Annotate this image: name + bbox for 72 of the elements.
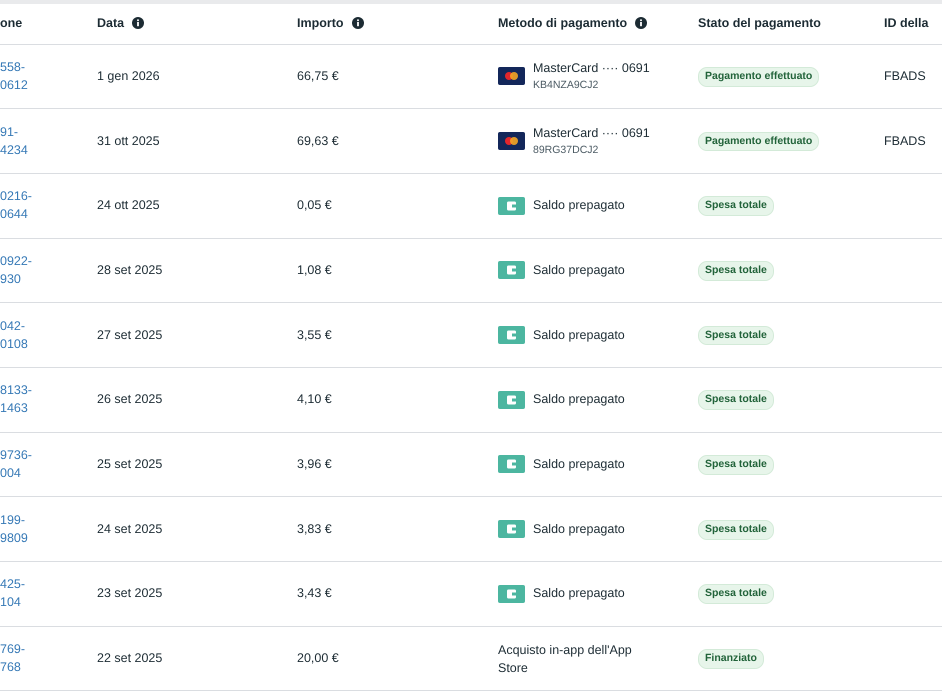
card-name: MasterCard ···· 0691 xyxy=(533,124,650,142)
payment-method: Saldo prepagato xyxy=(533,391,625,408)
column-header: Metodo di pagamento xyxy=(498,16,628,30)
amount-text: 4,10 € xyxy=(297,392,332,406)
amount-text: 69,63 € xyxy=(297,134,339,148)
payment-method: Acquisto in-app dell'App Store xyxy=(498,642,633,677)
wallet-icon xyxy=(498,196,525,215)
date-text: 27 set 2025 xyxy=(97,328,162,342)
wallet-icon xyxy=(498,326,525,344)
payment-method: Saldo prepagato xyxy=(533,456,625,474)
payment-method: Saldo prepagato xyxy=(533,262,625,280)
status-badge: Spesa totale xyxy=(698,326,774,346)
date-text: 28 set 2025 xyxy=(97,263,162,278)
transaction-id-link[interactable]: 8133- 1463 xyxy=(0,381,32,418)
status-badge: Spesa totale xyxy=(698,455,774,475)
wallet-icon xyxy=(498,390,525,409)
amount-text: 20,00 € xyxy=(297,651,339,666)
info-icon[interactable] xyxy=(635,17,648,30)
info-icon[interactable] xyxy=(132,17,144,30)
payment-method: Saldo prepagato xyxy=(533,326,625,344)
credit-card-icon xyxy=(498,67,525,86)
credit-card-icon xyxy=(498,132,525,150)
transaction-id-link[interactable]: 0922- 930 xyxy=(0,252,32,288)
status-badge: Finanziato xyxy=(698,649,764,669)
amount-text: 3,55 € xyxy=(297,328,332,342)
transaction-id-link[interactable]: 042- 0108 xyxy=(0,316,28,353)
status-badge: Spesa totale xyxy=(698,196,774,216)
date-text: 24 ott 2025 xyxy=(97,198,160,212)
column-header: one xyxy=(0,16,22,30)
payment-method: Saldo prepagato xyxy=(533,585,625,602)
transaction-id-link[interactable]: 769- 768 xyxy=(0,640,26,676)
payment-method: Saldo prepagato xyxy=(533,520,625,538)
status-badge: Pagamento effettuato xyxy=(698,132,820,152)
column-header: ID della xyxy=(884,16,928,30)
transaction-id-link[interactable]: 558- 0612 xyxy=(0,58,28,94)
transaction-id-link[interactable]: 9736- 004 xyxy=(0,446,32,482)
amount-text: 0,05 € xyxy=(297,198,332,212)
wallet-icon xyxy=(498,261,525,280)
wallet-icon xyxy=(498,584,525,603)
info-icon[interactable] xyxy=(352,17,364,30)
date-text: 26 set 2025 xyxy=(97,392,162,406)
date-text: 24 set 2025 xyxy=(97,522,162,536)
date-text: 1 gen 2026 xyxy=(97,68,160,83)
date-text: 22 set 2025 xyxy=(97,651,162,666)
status-badge: Spesa totale xyxy=(698,584,774,604)
status-badge: Spesa totale xyxy=(698,261,774,281)
amount-text: 66,75 € xyxy=(297,68,339,83)
card-reference: 89RG37DCJ2 xyxy=(533,142,600,158)
amount-text: 3,83 € xyxy=(297,522,332,536)
card-reference: KB4NZA9CJ2 xyxy=(533,78,600,93)
amount-text: 3,96 € xyxy=(297,457,332,472)
transaction-id-link[interactable]: 91- 4234 xyxy=(0,122,28,159)
column-header: Data xyxy=(97,16,124,30)
column-header: Stato del pagamento xyxy=(698,16,821,30)
transaction-id-link[interactable]: 425- 104 xyxy=(0,575,26,612)
date-text: 23 set 2025 xyxy=(97,586,162,600)
wallet-icon xyxy=(498,520,525,538)
status-badge: Pagamento effettuato xyxy=(698,66,820,87)
wallet-icon xyxy=(498,455,525,474)
id-text: FBADS xyxy=(884,134,926,148)
column-header: Importo xyxy=(297,16,344,30)
status-badge: Spesa totale xyxy=(698,520,774,540)
status-badge: Spesa totale xyxy=(698,390,774,410)
card-name: MasterCard ···· 0691 xyxy=(533,60,650,78)
payment-method: Saldo prepagato xyxy=(533,197,625,214)
amount-text: 3,43 € xyxy=(297,586,332,600)
date-text: 31 ott 2025 xyxy=(97,134,160,148)
id-text: FBADS xyxy=(884,68,926,83)
transaction-id-link[interactable]: 199- 9809 xyxy=(0,510,28,547)
transaction-id-link[interactable]: 0216- 0644 xyxy=(0,187,32,224)
date-text: 25 set 2025 xyxy=(97,457,162,472)
amount-text: 1,08 € xyxy=(297,263,332,278)
